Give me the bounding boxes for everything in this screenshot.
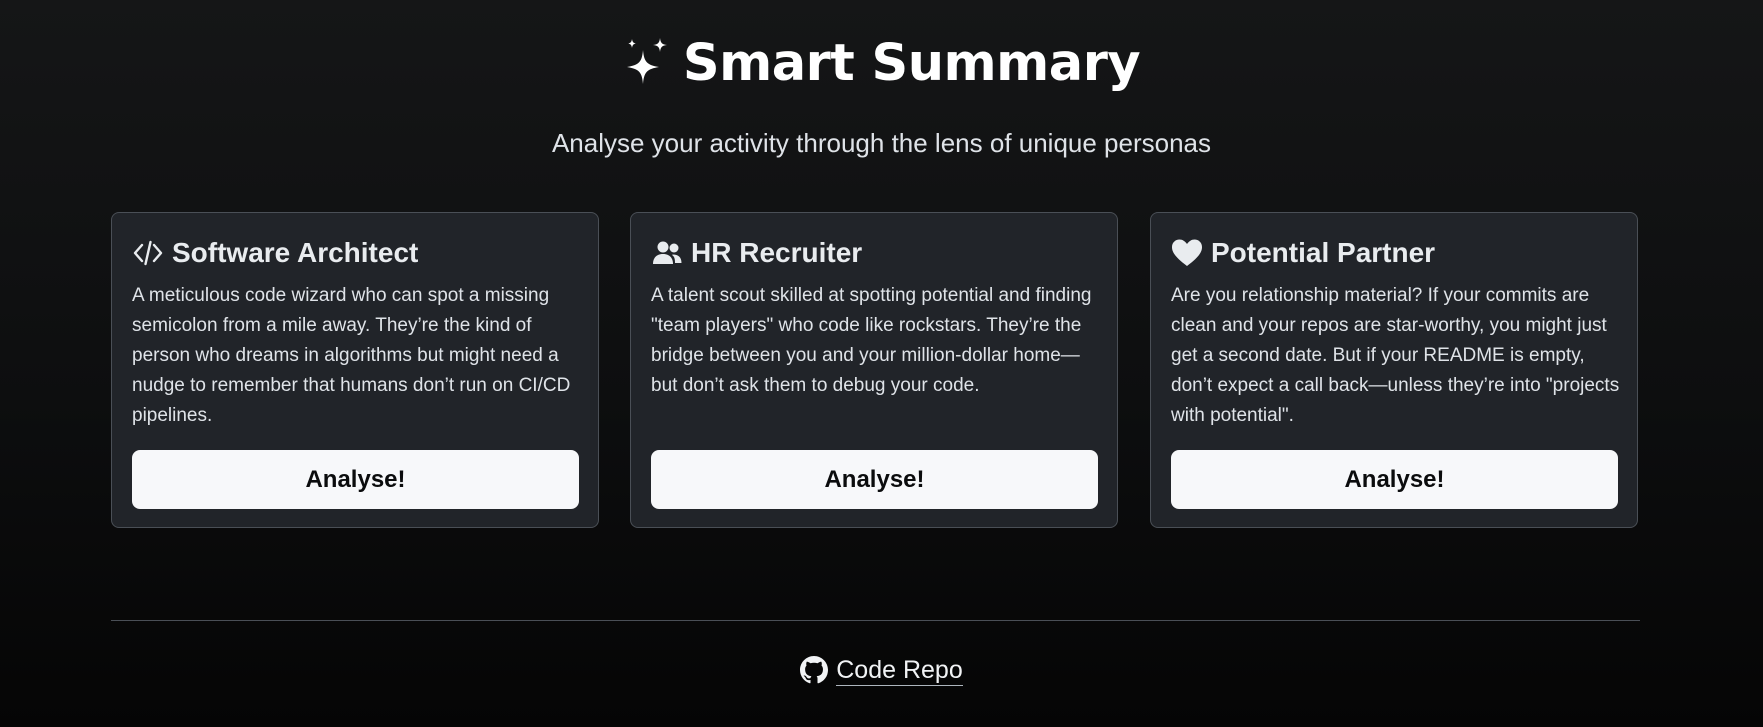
title-row: Smart Summary xyxy=(0,30,1763,98)
github-icon xyxy=(800,656,829,684)
persona-title: Software Architect xyxy=(172,237,419,268)
persona-cards: Software Architect A meticulous code wiz… xyxy=(111,212,1640,530)
header: Smart Summary Analyse your activity thro… xyxy=(0,30,1763,160)
page: Smart Summary Analyse your activity thro… xyxy=(0,0,1763,727)
persona-description: Are you relationship material? If your c… xyxy=(1171,285,1620,426)
analyse-button-potential-partner[interactable]: Analyse! xyxy=(1171,450,1618,509)
persona-card-hr-recruiter: HR Recruiter A talent scout skilled at s… xyxy=(630,212,1118,528)
persona-card-software-architect: Software Architect A meticulous code wiz… xyxy=(111,212,599,528)
footer: Code Repo xyxy=(0,650,1763,690)
persona-card-header: Potential Partner xyxy=(1171,233,1435,273)
analyse-button-hr-recruiter[interactable]: Analyse! xyxy=(651,450,1098,509)
page-subtitle: Analyse your activity through the lens o… xyxy=(551,128,1212,158)
page-title: Smart Summary xyxy=(682,34,1141,93)
code-repo-label: Code Repo xyxy=(836,655,963,686)
analyse-button-software-architect[interactable]: Analyse! xyxy=(132,450,579,509)
persona-title: Potential Partner xyxy=(1211,237,1436,268)
persona-title: HR Recruiter xyxy=(691,237,863,268)
footer-divider xyxy=(111,620,1640,621)
code-icon xyxy=(132,237,164,269)
persona-card-potential-partner: Potential Partner Are you relationship m… xyxy=(1150,212,1638,528)
heart-icon xyxy=(1171,237,1203,269)
persona-description: A meticulous code wizard who can spot a … xyxy=(132,285,571,426)
sparkles-icon xyxy=(626,38,667,84)
persona-card-header: HR Recruiter xyxy=(651,233,862,273)
persona-description: A talent scout skilled at spotting poten… xyxy=(651,285,1092,396)
persona-card-header: Software Architect xyxy=(132,233,418,273)
code-repo-link[interactable]: Code Repo xyxy=(800,655,963,686)
people-icon xyxy=(651,237,683,269)
